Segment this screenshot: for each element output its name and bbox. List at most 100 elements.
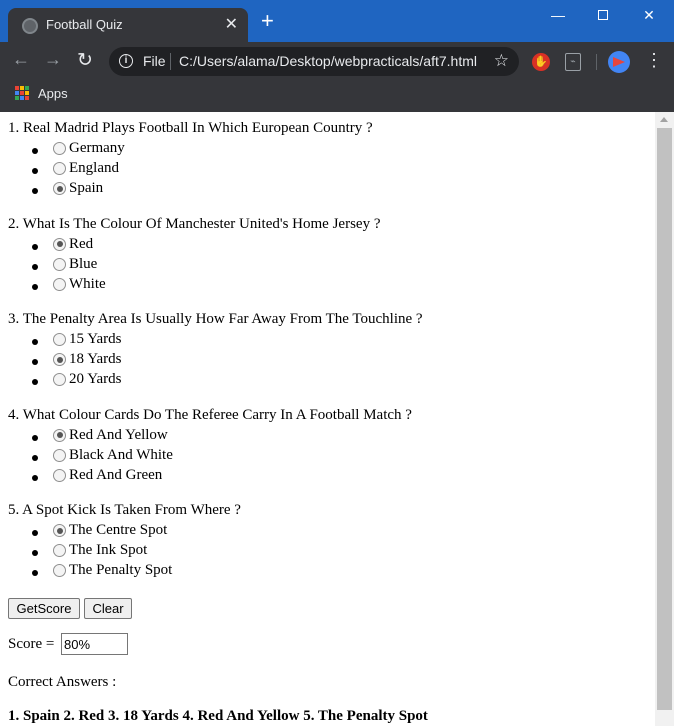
apps-dot xyxy=(20,96,24,100)
option-label[interactable]: The Ink Spot xyxy=(69,542,147,559)
radio-button[interactable] xyxy=(53,257,66,271)
answer-option: The Centre Spot xyxy=(0,522,300,542)
list-bullet xyxy=(32,359,38,365)
reload-icon[interactable]: ↻ xyxy=(77,49,93,72)
back-arrow-icon[interactable]: ← xyxy=(12,49,30,70)
answer-option: Germany xyxy=(0,140,300,160)
apps-dot xyxy=(25,96,29,100)
address-bar[interactable]: i File C:/Users/alama/Desktop/webpractic… xyxy=(109,47,519,76)
list-bullet xyxy=(32,339,38,345)
answer-option: Red And Green xyxy=(0,467,300,487)
scroll-up-arrow-icon[interactable] xyxy=(660,117,668,122)
list-bullet xyxy=(32,550,38,556)
option-label[interactable]: 18 Yards xyxy=(69,351,122,368)
scrollbar-thumb[interactable] xyxy=(657,128,672,710)
list-bullet xyxy=(32,243,38,250)
vertical-scrollbar[interactable] xyxy=(655,112,674,726)
bookmark-star-icon[interactable]: ☆ xyxy=(494,51,509,71)
close-tab-icon[interactable]: ✕ xyxy=(225,14,238,34)
list-bullet xyxy=(32,530,38,536)
radio-button[interactable] xyxy=(53,237,66,251)
question-text: 5. A Spot Kick Is Taken From Where ? xyxy=(8,502,241,518)
radio-button[interactable] xyxy=(53,182,66,195)
option-label[interactable]: The Penalty Spot xyxy=(69,562,172,579)
answer-option: 20 Yards xyxy=(0,371,300,391)
answer-option: White xyxy=(0,276,300,296)
globe-icon xyxy=(22,18,38,34)
radio-button[interactable] xyxy=(53,428,66,442)
question-text: 4. What Colour Cards Do The Referee Carr… xyxy=(8,406,412,423)
question-text: 2. What Is The Colour Of Manchester Unit… xyxy=(8,215,381,232)
menu-dots-icon[interactable]: ⋮ xyxy=(645,51,663,69)
apps-grid-icon[interactable] xyxy=(15,86,29,100)
list-bullet xyxy=(32,434,38,441)
radio-button[interactable] xyxy=(53,333,66,346)
radio-button[interactable] xyxy=(53,353,66,366)
extensions-divider xyxy=(596,54,597,70)
url-divider xyxy=(170,53,171,70)
answer-option: Spain xyxy=(0,180,300,200)
title-bar: Football Quiz ✕ + — ✕ xyxy=(0,0,674,42)
radio-button[interactable] xyxy=(53,524,66,537)
info-icon[interactable]: i xyxy=(119,54,133,68)
answer-option: England xyxy=(0,160,300,180)
list-bullet xyxy=(32,454,38,461)
list-bullet xyxy=(32,168,38,174)
score-label: Score = xyxy=(8,636,55,652)
answer-option: Blue xyxy=(0,256,300,276)
option-label[interactable]: Red And Green xyxy=(69,467,162,484)
option-label[interactable]: Black And White xyxy=(69,447,173,464)
option-label[interactable]: White xyxy=(69,276,106,293)
apps-dot xyxy=(15,91,19,95)
maximize-button[interactable] xyxy=(580,4,626,28)
correct-answers-text: 1. Spain 2. Red 3. 18 Yards 4. Red And Y… xyxy=(8,708,428,724)
radio-button[interactable] xyxy=(53,544,66,557)
radio-button[interactable] xyxy=(53,448,66,462)
hand-extension-icon[interactable]: ✋ xyxy=(532,53,550,71)
answer-option: Red And Yellow xyxy=(0,427,300,447)
option-label[interactable]: Red xyxy=(69,236,93,253)
url-text[interactable]: C:/Users/alama/Desktop/webpracticals/aft… xyxy=(179,53,477,69)
maximize-icon xyxy=(598,10,608,20)
option-label[interactable]: Spain xyxy=(69,180,103,197)
close-window-button[interactable]: ✕ xyxy=(626,4,672,28)
new-tab-button[interactable]: + xyxy=(261,10,274,32)
quiz-page: GetScore Clear Score = Correct Answers :… xyxy=(0,112,655,726)
minimize-button[interactable]: — xyxy=(535,4,581,28)
clear-button[interactable]: Clear xyxy=(84,598,132,619)
radio-button[interactable] xyxy=(53,142,66,155)
list-bullet xyxy=(32,379,38,385)
apps-dot xyxy=(20,86,24,90)
option-label[interactable]: Germany xyxy=(69,140,125,157)
answer-option: The Penalty Spot xyxy=(0,562,300,582)
pdf-extension-icon[interactable]: ⌁ xyxy=(565,53,581,71)
score-input[interactable] xyxy=(61,633,128,655)
radio-button[interactable] xyxy=(53,468,66,482)
option-label[interactable]: Blue xyxy=(69,256,97,273)
apps-dot xyxy=(15,86,19,90)
list-bullet xyxy=(32,474,38,481)
apps-dot xyxy=(25,86,29,90)
correct-answers-label: Correct Answers : xyxy=(8,674,117,690)
tab-football-quiz[interactable]: Football Quiz ✕ xyxy=(8,8,248,42)
option-label[interactable]: Red And Yellow xyxy=(69,427,168,444)
profile-avatar-icon[interactable] xyxy=(608,51,630,73)
apps-dot xyxy=(25,91,29,95)
radio-button[interactable] xyxy=(53,564,66,577)
option-label[interactable]: England xyxy=(69,160,119,177)
get-score-button[interactable]: GetScore xyxy=(8,598,80,619)
file-label: File xyxy=(143,53,166,69)
toolbar: ← → ↻ i File C:/Users/alama/Desktop/webp… xyxy=(0,42,674,80)
option-label[interactable]: 20 Yards xyxy=(69,371,122,388)
list-bullet xyxy=(32,263,38,270)
radio-button[interactable] xyxy=(53,277,66,291)
bookmark-apps[interactable]: Apps xyxy=(38,86,68,101)
bookmarks-bar xyxy=(0,80,674,112)
option-label[interactable]: 15 Yards xyxy=(69,331,122,348)
option-label[interactable]: The Centre Spot xyxy=(69,522,167,539)
question-text: 3. The Penalty Area Is Usually How Far A… xyxy=(8,311,423,327)
apps-dot xyxy=(20,91,24,95)
radio-button[interactable] xyxy=(53,162,66,175)
radio-button[interactable] xyxy=(53,373,66,386)
forward-arrow-icon[interactable]: → xyxy=(44,49,62,70)
